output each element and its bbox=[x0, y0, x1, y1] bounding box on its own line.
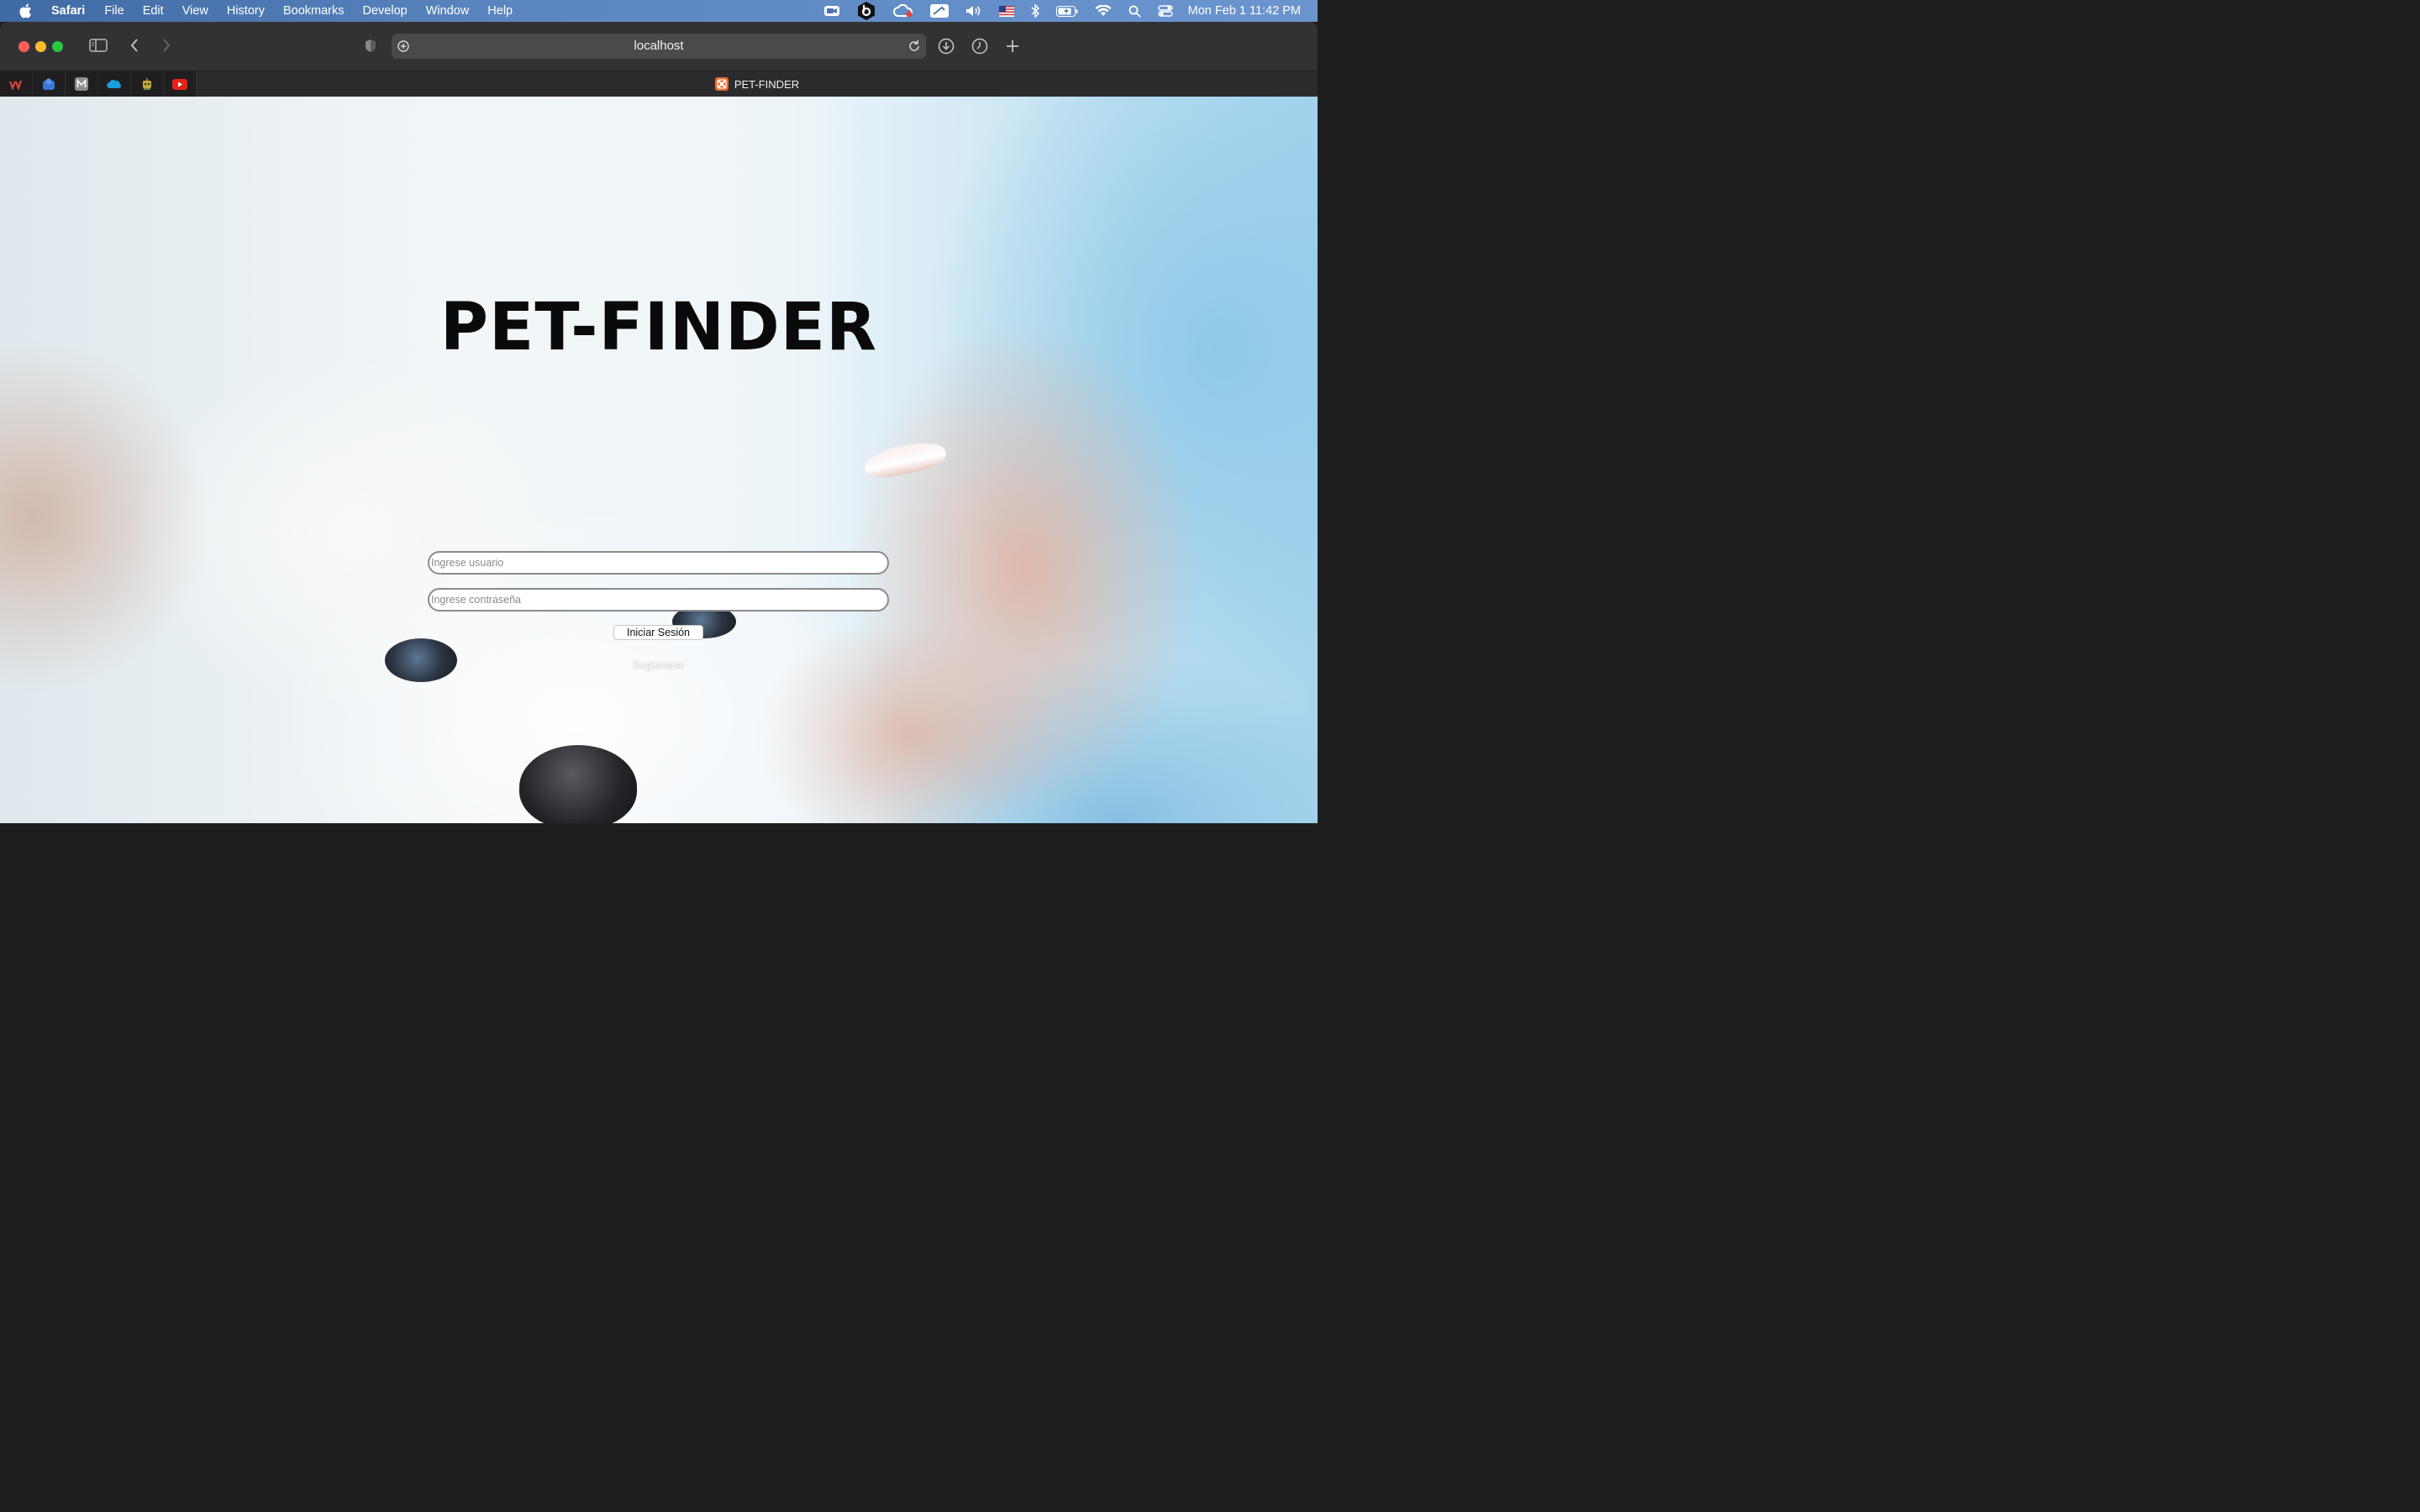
register-link[interactable]: Registrarse bbox=[0, 659, 1318, 672]
page-title: PET-FINDER bbox=[439, 290, 878, 365]
privacy-shield-icon[interactable] bbox=[364, 38, 377, 53]
pinned-tab-robot-icon[interactable] bbox=[131, 71, 164, 97]
history-clock-icon[interactable] bbox=[971, 38, 988, 55]
username-input[interactable] bbox=[428, 551, 889, 575]
battery-icon[interactable] bbox=[1055, 0, 1078, 22]
reload-icon[interactable] bbox=[908, 39, 921, 57]
pinned-tab-m-icon[interactable] bbox=[66, 71, 98, 97]
menu-window[interactable]: Window bbox=[426, 4, 470, 18]
window-minimize-button[interactable] bbox=[35, 41, 46, 52]
url-text[interactable]: localhost bbox=[392, 34, 926, 59]
apple-menu-icon[interactable] bbox=[18, 3, 34, 18]
window-zoom-button[interactable] bbox=[52, 41, 63, 52]
menu-edit[interactable]: Edit bbox=[143, 4, 164, 18]
wifi-icon[interactable] bbox=[1095, 0, 1112, 22]
screens-icon[interactable] bbox=[929, 0, 949, 22]
volume-icon[interactable] bbox=[965, 0, 982, 22]
back-icon[interactable] bbox=[128, 38, 141, 53]
menu-bookmarks[interactable]: Bookmarks bbox=[283, 4, 345, 18]
tab-pet-finder[interactable]: PET-FINDER bbox=[197, 71, 1318, 97]
creative-cloud-icon[interactable] bbox=[892, 0, 913, 22]
bitdefender-icon[interactable] bbox=[856, 0, 876, 22]
menubar-clock[interactable]: Mon Feb 1 11:42 PM bbox=[1188, 4, 1301, 18]
menu-file[interactable]: File bbox=[104, 4, 124, 18]
zoom-icon[interactable] bbox=[823, 0, 839, 22]
spotlight-icon[interactable] bbox=[1128, 0, 1141, 22]
window-close-button[interactable] bbox=[18, 41, 29, 52]
pinned-tabs bbox=[0, 71, 197, 97]
menu-help[interactable]: Help bbox=[487, 4, 513, 18]
fingernail-shape bbox=[861, 437, 949, 482]
menu-app-safari[interactable]: Safari bbox=[51, 4, 85, 18]
background-photo bbox=[0, 97, 1318, 823]
login-page: PET-FINDER Iniciar Sesión Registrarse bbox=[0, 97, 1318, 823]
sidebar-toggle-icon[interactable] bbox=[89, 38, 108, 53]
downloads-icon[interactable] bbox=[938, 38, 955, 55]
us-flag-icon[interactable] bbox=[998, 0, 1014, 22]
bluetooth-icon[interactable] bbox=[1031, 0, 1039, 22]
new-tab-icon[interactable] bbox=[1005, 38, 1020, 55]
pinned-tab-youtube-icon[interactable] bbox=[164, 71, 197, 97]
status-area: Mon Feb 1 11:42 PM bbox=[808, 0, 1318, 22]
tab-bar: PET-FINDER bbox=[0, 71, 1318, 97]
pinned-tab-u-icon[interactable] bbox=[0, 71, 33, 97]
menu-history[interactable]: History bbox=[227, 4, 265, 18]
password-input[interactable] bbox=[428, 588, 889, 612]
address-bar[interactable]: localhost bbox=[392, 34, 926, 59]
control-center-icon[interactable] bbox=[1157, 0, 1173, 22]
pinned-tab-blue-app-icon[interactable] bbox=[33, 71, 66, 97]
pinned-tab-salesforce-icon[interactable] bbox=[98, 71, 131, 97]
tab-title: PET-FINDER bbox=[734, 77, 800, 91]
forward-icon[interactable] bbox=[160, 38, 173, 53]
menu-develop[interactable]: Develop bbox=[363, 4, 408, 18]
xampp-favicon-icon bbox=[714, 77, 729, 91]
dog-nose bbox=[519, 745, 637, 823]
login-button[interactable]: Iniciar Sesión bbox=[613, 625, 703, 640]
browser-toolbar: localhost bbox=[0, 22, 1318, 71]
menu-view[interactable]: View bbox=[182, 4, 208, 18]
menu-bar: Safari File Edit View History Bookmarks … bbox=[0, 0, 1318, 22]
